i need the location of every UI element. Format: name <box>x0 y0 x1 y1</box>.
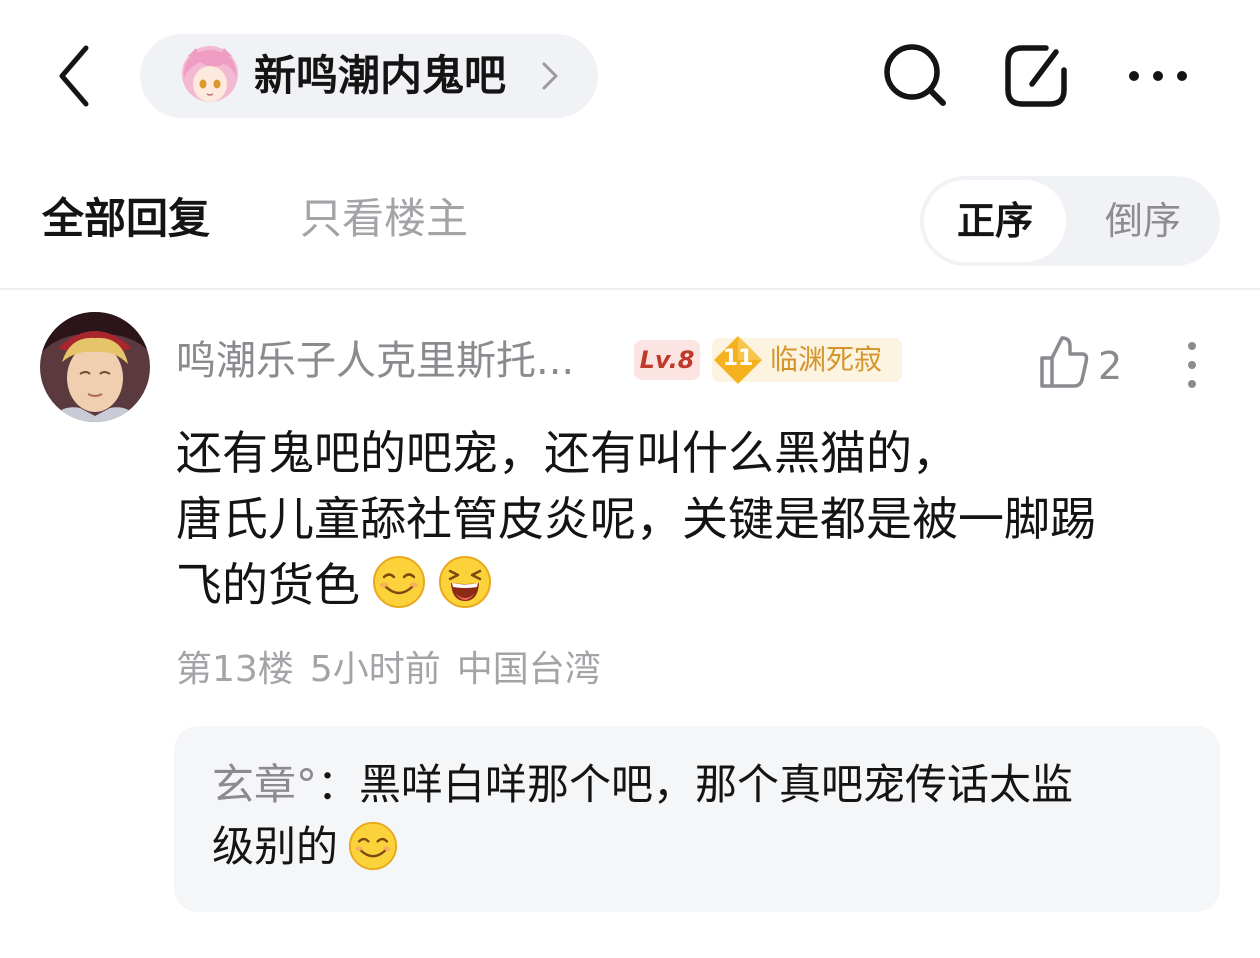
forum-header-pill[interactable]: 新鸣潮内鬼吧 <box>140 34 598 118</box>
post-content-line: 还有鬼吧的吧宠，还有叫什么黑猫的， <box>176 426 958 480</box>
sort-order-toggle: 正序 倒序 <box>920 176 1220 266</box>
more-horizontal-icon <box>1129 71 1187 81</box>
smirk-emoji-icon <box>348 821 398 871</box>
post-content-text: 飞的货色 <box>176 558 360 612</box>
sub-reply-content: 级别的 <box>212 822 339 871</box>
divider <box>0 288 1260 290</box>
back-button[interactable] <box>48 38 104 114</box>
post-time: 5小时前 <box>309 649 441 690</box>
title-badge-level: 11 <box>722 346 754 371</box>
order-descending-button[interactable]: 倒序 <box>1070 180 1216 262</box>
post-content-line: 唐氏儿童舔社管皮炎呢，关键是都是被一脚踢 <box>176 492 1096 546</box>
order-ascending-button[interactable]: 正序 <box>924 180 1066 262</box>
sub-reply-line: 玄章°：黑咩白咩那个吧，那个真吧宠传话太监 <box>212 754 1192 816</box>
sub-reply-content: 黑咩白咩那个吧，那个真吧宠传话太监 <box>359 760 1074 809</box>
tab-owner-only[interactable]: 只看楼主 <box>300 192 468 246</box>
laugh-emoji-icon <box>438 555 492 609</box>
like-button[interactable] <box>1038 334 1090 390</box>
title-badge: 11 临渊死寂 <box>712 336 902 384</box>
post-meta: 第13楼 5小时前 中国台湾 <box>176 644 617 696</box>
post-location: 中国台湾 <box>456 649 601 690</box>
sub-reply-author[interactable]: 玄章° <box>212 760 317 809</box>
sub-reply-text: 玄章°：黑咩白咩那个吧，那个真吧宠传话太监 级别的 <box>212 754 1192 878</box>
post-options-button[interactable] <box>1180 340 1204 390</box>
sub-reply-box[interactable]: 玄章°：黑咩白咩那个吧，那个真吧宠传话太监 级别的 <box>174 726 1220 912</box>
floor-number: 第13楼 <box>176 649 294 690</box>
edit-share-icon <box>1005 45 1067 107</box>
thumbs-up-icon <box>1040 336 1089 388</box>
post-content: 还有鬼吧的吧宠，还有叫什么黑猫的， 唐氏儿童舔社管皮炎呢，关键是都是被一脚踢 飞… <box>176 420 1216 618</box>
more-vertical-icon <box>1188 342 1196 388</box>
level-text: Lv.8 <box>639 346 695 374</box>
back-icon <box>59 45 89 107</box>
edit-button[interactable] <box>1000 40 1072 112</box>
forum-name: 新鸣潮内鬼吧 <box>254 51 507 100</box>
sub-reply-separator: ： <box>317 760 360 809</box>
search-icon <box>884 44 946 106</box>
smirk-emoji-icon <box>372 555 426 609</box>
level-badge: Lv.8 <box>634 340 700 380</box>
user-avatar[interactable] <box>40 312 150 422</box>
more-button[interactable] <box>1126 62 1190 90</box>
sub-reply-line: 级别的 <box>212 816 1192 878</box>
title-badge-name: 临渊死寂 <box>770 343 883 376</box>
post-content-line: 飞的货色 <box>176 552 1216 618</box>
username[interactable]: 鸣潮乐子人克里斯托... <box>176 336 574 386</box>
like-count: 2 <box>1098 344 1123 388</box>
search-button[interactable] <box>880 40 950 110</box>
chevron-right-icon <box>538 56 562 96</box>
forum-avatar <box>178 44 242 108</box>
tab-all-replies[interactable]: 全部回复 <box>42 192 210 246</box>
